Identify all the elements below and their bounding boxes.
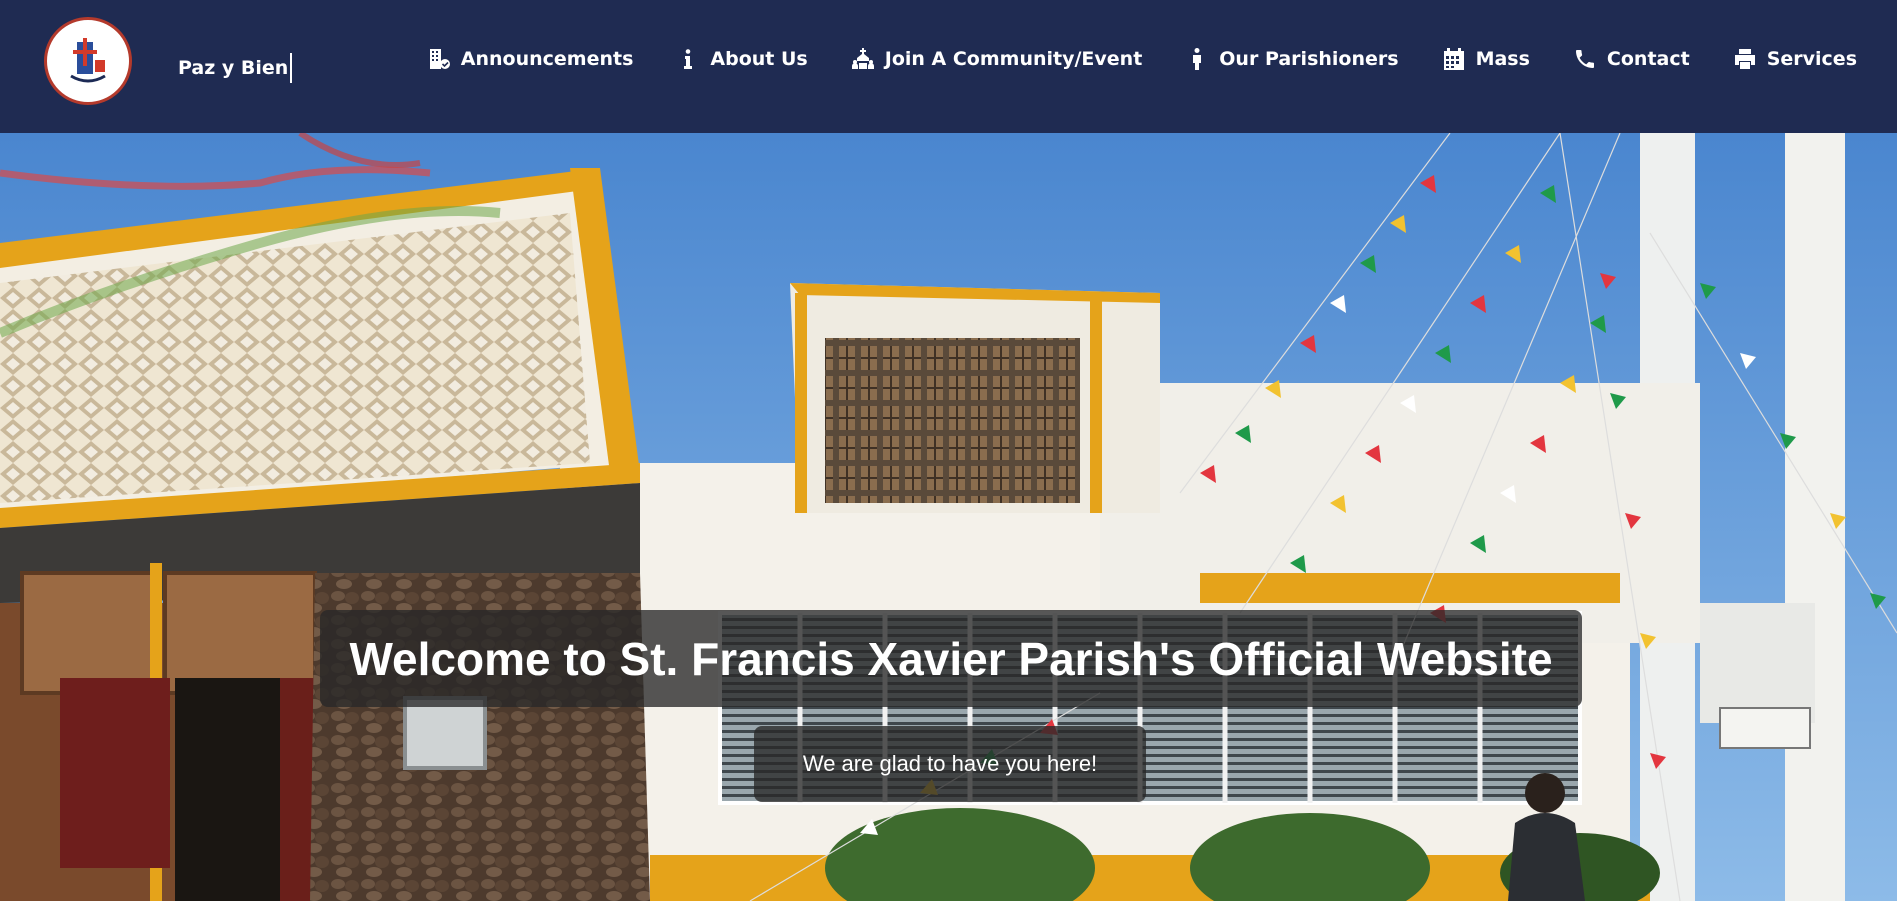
nav-join-community[interactable]: Join A Community/Event <box>851 47 1143 71</box>
people-church-icon <box>851 48 874 69</box>
nav-label: Contact <box>1606 48 1690 70</box>
nav-about-us[interactable]: About Us <box>676 47 808 71</box>
calendar-icon <box>1443 48 1464 70</box>
phone-icon <box>1575 50 1594 68</box>
printer-icon <box>1734 49 1755 69</box>
parish-logo-icon <box>65 38 111 84</box>
site-tagline: Paz y Bien <box>178 53 293 83</box>
text-cursor <box>290 53 293 83</box>
nav-label: About Us <box>710 48 808 70</box>
hero-section: Welcome to St. Francis Xavier Parish's O… <box>0 133 1897 901</box>
building-check-icon <box>429 49 450 69</box>
nav-label: Our Parishioners <box>1219 48 1399 70</box>
hero-title: Welcome to St. Francis Xavier Parish's O… <box>349 632 1553 685</box>
tagline-text: Paz y Bien <box>178 57 289 79</box>
main-nav: Announcements About Us Join A Community/… <box>384 47 1857 71</box>
nav-services[interactable]: Services <box>1733 47 1857 71</box>
person-icon <box>1193 48 1202 70</box>
hero-subtitle: We are glad to have you here! <box>802 751 1098 776</box>
parish-logo[interactable] <box>44 17 132 105</box>
nav-mass[interactable]: Mass <box>1442 47 1530 71</box>
nav-label: Mass <box>1475 48 1530 70</box>
nav-announcements[interactable]: Announcements <box>427 47 634 71</box>
nav-label: Join A Community/Event <box>884 48 1143 70</box>
nav-label: Services <box>1766 48 1857 70</box>
nav-our-parishioners[interactable]: Our Parishioners <box>1185 47 1399 71</box>
welcome-banner: Welcome to St. Francis Xavier Parish's O… <box>320 610 1582 707</box>
nav-contact[interactable]: Contact <box>1573 47 1690 71</box>
top-navbar: Paz y Bien Announcements About Us Join A… <box>0 0 1897 133</box>
welcome-subbanner: We are glad to have you here! <box>754 726 1146 802</box>
nav-label: Announcements <box>460 48 634 70</box>
info-icon <box>684 49 693 69</box>
